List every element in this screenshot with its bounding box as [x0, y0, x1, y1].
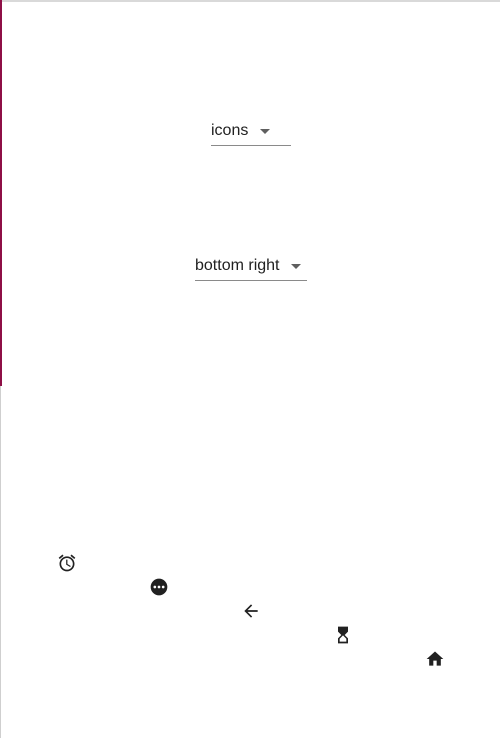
alarm-icon[interactable] — [57, 553, 77, 573]
arrow-back-icon[interactable] — [241, 601, 261, 621]
top-divider — [0, 0, 500, 2]
left-divider — [0, 386, 1, 738]
chevron-down-icon — [260, 128, 271, 134]
chevron-down-icon — [291, 263, 302, 269]
position-dropdown-value: bottom right — [195, 256, 280, 274]
hourglass-icon[interactable] — [333, 625, 353, 645]
position-dropdown[interactable]: bottom right — [195, 251, 307, 281]
home-icon[interactable] — [425, 649, 445, 669]
left-accent-bar — [0, 0, 2, 386]
more-horizontal-circle-icon[interactable] — [149, 577, 169, 597]
mode-dropdown[interactable]: icons — [211, 116, 291, 146]
mode-dropdown-value: icons — [211, 121, 249, 139]
